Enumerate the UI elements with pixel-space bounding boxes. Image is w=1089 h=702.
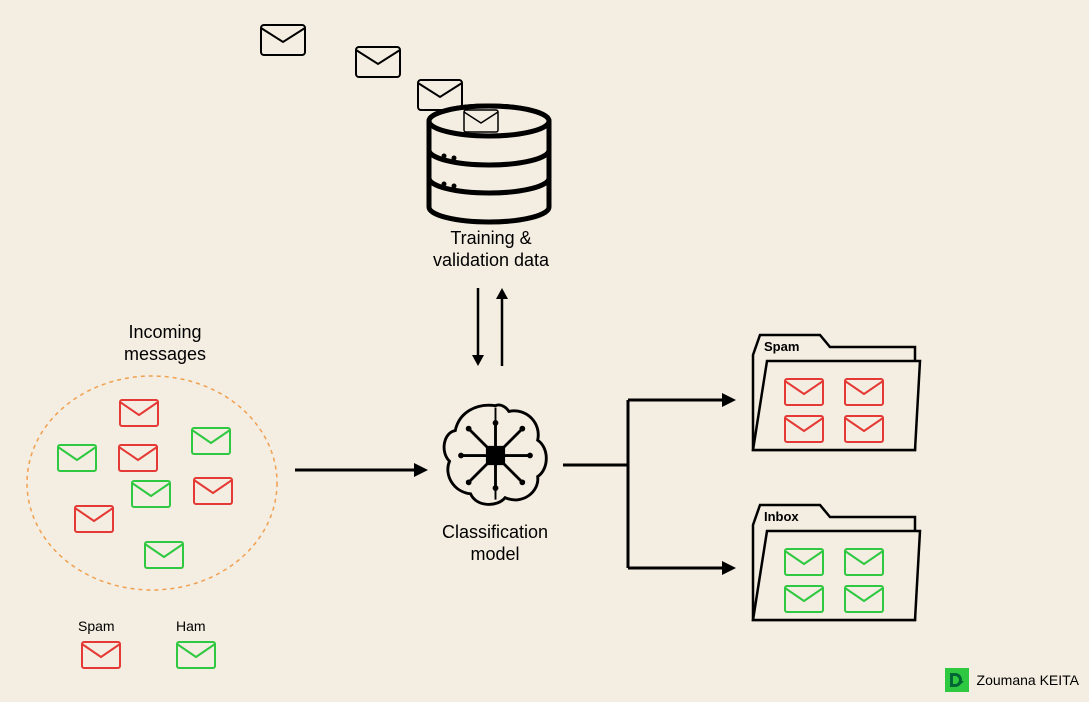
incoming-messages-label: Incoming messages <box>95 322 235 365</box>
ham-envelope-icon <box>130 479 172 509</box>
spam-envelope-icon <box>118 398 160 428</box>
logo-icon <box>945 668 969 692</box>
arrow-icon <box>290 450 435 490</box>
ham-envelope-icon <box>143 540 185 570</box>
brain-icon <box>438 398 553 513</box>
ham-envelope-icon <box>783 584 825 614</box>
attribution: Zoumana KEITA <box>945 668 1079 692</box>
spam-folder-label: Spam <box>764 339 799 355</box>
classification-model-label: Classification model <box>430 522 560 565</box>
training-data-label: Training & validation data <box>426 228 556 271</box>
inbox-folder-label: Inbox <box>764 509 799 525</box>
bidirectional-arrow-icon <box>450 282 530 372</box>
author-name: Zoumana KEITA <box>977 672 1079 688</box>
spam-legend-label: Spam <box>78 618 115 635</box>
spam-envelope-icon <box>783 414 825 444</box>
split-arrow-icon <box>558 370 748 590</box>
ham-envelope-icon <box>783 547 825 577</box>
ham-envelope-icon <box>843 547 885 577</box>
ham-envelope-icon <box>190 426 232 456</box>
spam-envelope-icon <box>192 476 234 506</box>
ham-envelope-icon <box>56 443 98 473</box>
spam-envelope-icon <box>73 504 115 534</box>
spam-envelope-icon <box>80 640 122 670</box>
spam-envelope-icon <box>843 414 885 444</box>
spam-envelope-icon <box>843 377 885 407</box>
ham-envelope-icon <box>175 640 217 670</box>
ham-envelope-icon <box>843 584 885 614</box>
envelope-icon <box>462 108 500 134</box>
ham-legend-label: Ham <box>176 618 206 635</box>
envelope-icon <box>353 44 403 80</box>
spam-envelope-icon <box>117 443 159 473</box>
spam-envelope-icon <box>783 377 825 407</box>
envelope-icon <box>258 22 308 58</box>
